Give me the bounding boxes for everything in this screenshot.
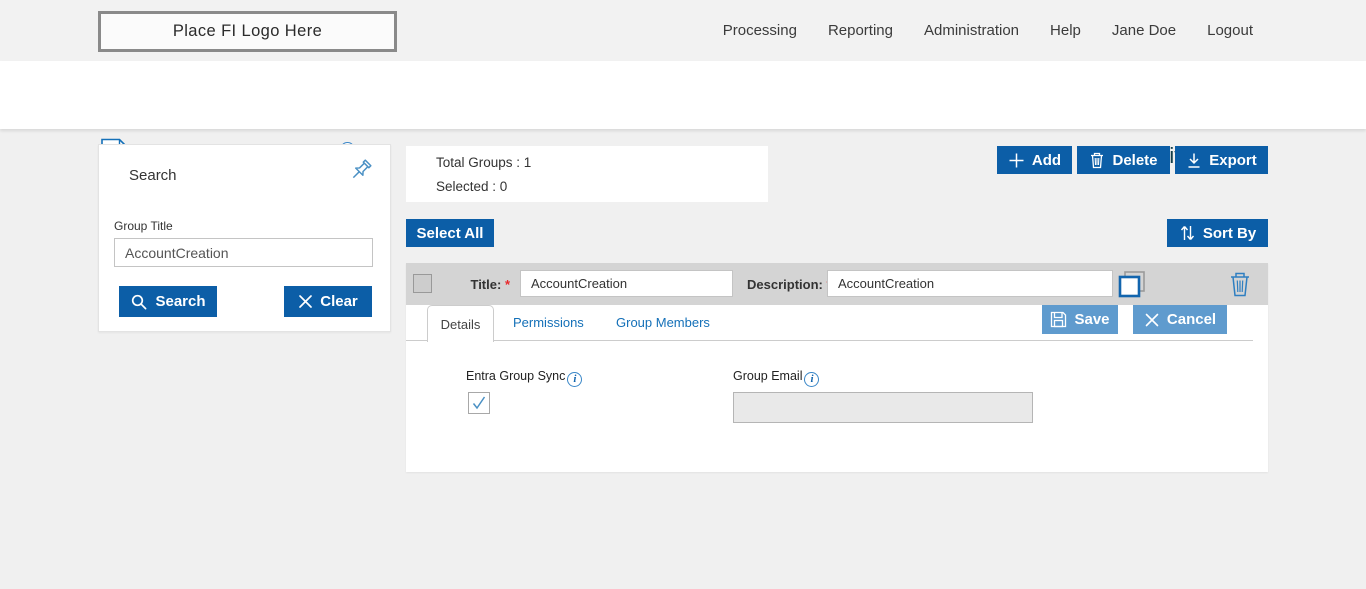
select-all-label: Select All	[417, 225, 484, 242]
top-bar: Place FI Logo Here Processing Reporting …	[0, 0, 1366, 61]
title-label: Title: *	[446, 277, 510, 292]
group-row: Title: * Description: *	[406, 263, 1268, 305]
checkmark-icon	[471, 395, 487, 411]
top-navigation: Processing Reporting Administration Help…	[723, 0, 1253, 61]
export-button[interactable]: Export	[1175, 146, 1268, 174]
sort-by-button[interactable]: Sort By	[1167, 219, 1268, 247]
row-trash-icon[interactable]	[1228, 270, 1252, 303]
select-all-button[interactable]: Select All	[406, 219, 494, 247]
save-floppy-icon	[1050, 311, 1067, 328]
title-required-marker: *	[505, 277, 510, 292]
copy-icon[interactable]	[1116, 268, 1148, 305]
sort-by-label: Sort By	[1203, 225, 1256, 242]
group-email-label: Group Emaili	[733, 369, 819, 387]
delete-button-label: Delete	[1112, 152, 1157, 169]
nav-reporting[interactable]: Reporting	[828, 22, 893, 39]
nav-processing[interactable]: Processing	[723, 22, 797, 39]
entra-group-sync-checkbox[interactable]	[468, 392, 490, 414]
search-button-label: Search	[155, 293, 205, 310]
nav-help[interactable]: Help	[1050, 22, 1081, 39]
search-icon	[130, 293, 148, 311]
nav-user-jane-doe[interactable]: Jane Doe	[1112, 22, 1176, 39]
save-button[interactable]: Save	[1042, 305, 1118, 334]
search-panel-title: Search	[129, 167, 177, 184]
cancel-button[interactable]: Cancel	[1133, 305, 1227, 334]
save-button-label: Save	[1074, 311, 1109, 328]
add-button[interactable]: Add	[997, 146, 1072, 174]
tab-details[interactable]: Details	[427, 305, 494, 342]
nav-logout[interactable]: Logout	[1207, 22, 1253, 39]
download-icon	[1186, 152, 1202, 169]
cancel-x-icon	[1144, 312, 1160, 328]
entra-group-sync-info-icon[interactable]: i	[567, 372, 582, 387]
search-panel: Search Group Title Search Clear	[98, 144, 391, 332]
cancel-button-label: Cancel	[1167, 311, 1216, 328]
entra-group-sync-label-text: Entra Group Sync	[466, 369, 565, 383]
plus-icon	[1008, 152, 1025, 169]
clear-button[interactable]: Clear	[284, 286, 372, 317]
entra-group-sync-label: Entra Group Synci	[466, 369, 582, 387]
group-title-input[interactable]	[114, 238, 373, 267]
groups-summary: Total Groups : 1 Selected : 0	[406, 146, 768, 202]
tab-group-members[interactable]: Group Members	[616, 315, 710, 330]
group-email-info-icon[interactable]: i	[804, 372, 819, 387]
title-input[interactable]	[520, 270, 733, 297]
selected-count-text: Selected : 0	[436, 179, 768, 194]
group-email-input	[733, 392, 1033, 423]
description-label: Description: *	[747, 277, 832, 292]
pin-icon[interactable]	[347, 157, 374, 189]
nav-administration[interactable]: Administration	[924, 22, 1019, 39]
fi-logo-text: Place FI Logo Here	[173, 22, 322, 41]
add-button-label: Add	[1032, 152, 1061, 169]
search-button[interactable]: Search	[119, 286, 217, 317]
tab-details-label: Details	[441, 317, 481, 332]
description-input[interactable]	[827, 270, 1113, 297]
group-row-checkbox[interactable]	[413, 274, 432, 293]
clear-button-label: Clear	[320, 293, 358, 310]
tab-strip: Details Permissions Group Members Save C…	[406, 305, 1253, 341]
tab-permissions[interactable]: Permissions	[513, 315, 584, 330]
trash-icon	[1089, 151, 1105, 169]
title-label-text: Title:	[470, 277, 501, 292]
clear-x-icon	[298, 294, 313, 309]
group-email-label-text: Group Email	[733, 369, 802, 383]
fi-logo-placeholder: Place FI Logo Here	[98, 11, 397, 52]
export-button-label: Export	[1209, 152, 1257, 169]
delete-button[interactable]: Delete	[1077, 146, 1170, 174]
sort-arrows-icon	[1179, 224, 1196, 242]
total-groups-text: Total Groups : 1	[436, 155, 768, 170]
group-editor-panel: Title: * Description: * Details Permissi…	[406, 263, 1268, 472]
group-title-label: Group Title	[114, 219, 173, 233]
page-header: Group Maintenance i Kinective Sign	[0, 61, 1366, 129]
description-label-text: Description:	[747, 277, 823, 292]
